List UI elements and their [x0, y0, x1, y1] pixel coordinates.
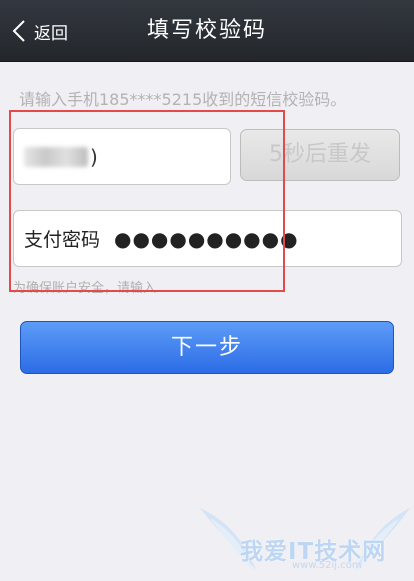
annotation-highlight-box	[9, 110, 285, 292]
next-step-button[interactable]: 下一步	[20, 321, 394, 374]
site-watermark: 我爱IT技术网 www.52ij.com	[196, 500, 414, 581]
watermark-url: www.52ij.com	[292, 560, 362, 571]
nav-bar: 返回 填写校验码	[0, 0, 414, 62]
sms-hint-text: 请输入手机185****5215收到的短信校验码。	[19, 90, 347, 109]
page-title: 填写校验码	[146, 18, 267, 43]
